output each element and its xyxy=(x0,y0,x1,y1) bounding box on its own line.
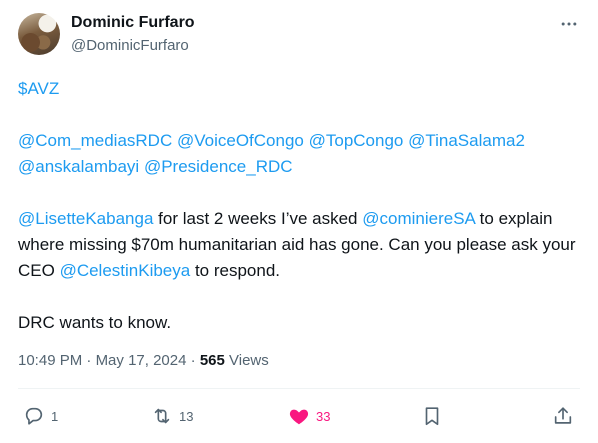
tweet-body-text: to respond. xyxy=(190,261,280,280)
reply-button[interactable]: 1 xyxy=(23,404,58,428)
meta-separator: · xyxy=(82,352,96,369)
heart-filled-icon xyxy=(289,409,309,425)
mention-link[interactable]: @TinaSalama2 xyxy=(408,131,525,150)
mention-link[interactable]: @TopCongo xyxy=(309,131,404,150)
reply-icon xyxy=(25,407,43,425)
share-icon xyxy=(554,407,572,424)
divider xyxy=(18,388,580,389)
tweet-time[interactable]: 10:49 PM xyxy=(18,352,82,369)
action-bar: 1 13 33 xyxy=(0,404,598,428)
mention-link[interactable]: @Com_mediasRDC xyxy=(18,131,172,150)
tweet-meta: 10:49 PM · May 17, 2024 · 565 Views xyxy=(18,352,269,369)
meta-separator: · xyxy=(186,352,200,369)
like-count: 33 xyxy=(316,408,331,424)
tweet-body-text: for last 2 weeks I’ve asked xyxy=(153,209,363,228)
tweet-date[interactable]: May 17, 2024 xyxy=(96,352,187,369)
views-label: Views xyxy=(224,352,269,369)
bookmark-button[interactable] xyxy=(421,404,443,428)
mention-link[interactable]: @VoiceOfCongo xyxy=(177,131,304,150)
retweet-icon xyxy=(154,408,170,424)
reply-count: 1 xyxy=(51,408,59,424)
mention-link[interactable]: @anskalambayi xyxy=(18,157,139,176)
retweet-count: 13 xyxy=(179,408,194,424)
more-horizontal-icon xyxy=(561,22,577,26)
like-button[interactable]: 33 xyxy=(288,404,330,428)
share-button[interactable] xyxy=(552,404,574,428)
author-name[interactable]: Dominic Furfaro xyxy=(71,14,195,32)
tweet-text: $AVZ @Com_mediasRDC @VoiceOfCongo @TopCo… xyxy=(18,76,588,336)
author-handle[interactable]: @DominicFurfaro xyxy=(71,37,189,54)
bookmark-icon xyxy=(425,407,439,426)
mention-link[interactable]: @Presidence_RDC xyxy=(144,157,293,176)
tweet-closing-text: DRC wants to know. xyxy=(18,313,172,332)
mention-link[interactable]: @CelestinKibeya xyxy=(60,261,191,280)
more-options-button[interactable] xyxy=(558,14,580,34)
views-count: 565 xyxy=(199,352,225,369)
retweet-button[interactable]: 13 xyxy=(151,404,193,428)
mention-link[interactable]: @cominiereSA xyxy=(362,209,475,228)
cashtag-link[interactable]: $AVZ xyxy=(18,79,59,98)
avatar[interactable] xyxy=(18,13,60,55)
mention-link[interactable]: @LisetteKabanga xyxy=(18,209,153,228)
